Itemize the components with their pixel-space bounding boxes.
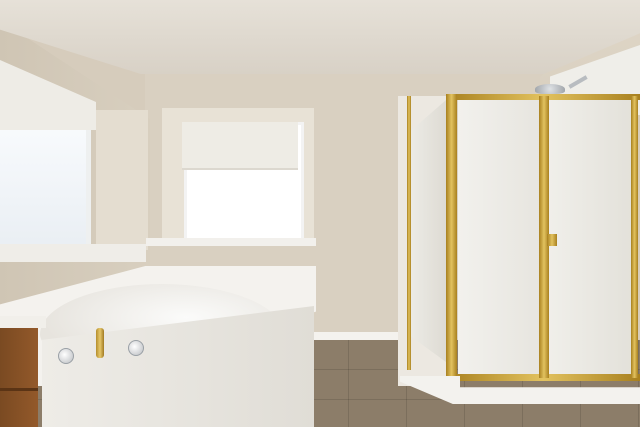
roller-shade-center	[182, 122, 298, 170]
window-sill-center	[146, 238, 316, 246]
shower-glass-fixed	[458, 100, 540, 376]
shower-frame-side-edge	[407, 96, 411, 370]
tub-faucet-icon	[96, 328, 104, 358]
shower-frame-post-right	[631, 96, 638, 378]
bathroom-photo	[0, 0, 640, 427]
window-center-glass	[188, 168, 298, 236]
shower-frame-post-left	[446, 94, 457, 381]
window-sill-left	[0, 244, 146, 262]
vanity-cabinet	[0, 326, 38, 427]
shower-door-handle-icon	[547, 234, 557, 246]
vanity-countertop	[0, 316, 46, 328]
baseboard	[312, 332, 404, 340]
tub-knob-right-icon	[128, 340, 144, 356]
shower-glass-door	[548, 100, 632, 374]
textured-ceiling	[0, 0, 640, 74]
window-recess-left	[96, 110, 148, 250]
tub-knob-left-icon	[58, 348, 74, 364]
shower-icon	[535, 84, 565, 94]
shower-glass-side	[410, 100, 446, 362]
vanity-drawer-line	[0, 388, 38, 391]
